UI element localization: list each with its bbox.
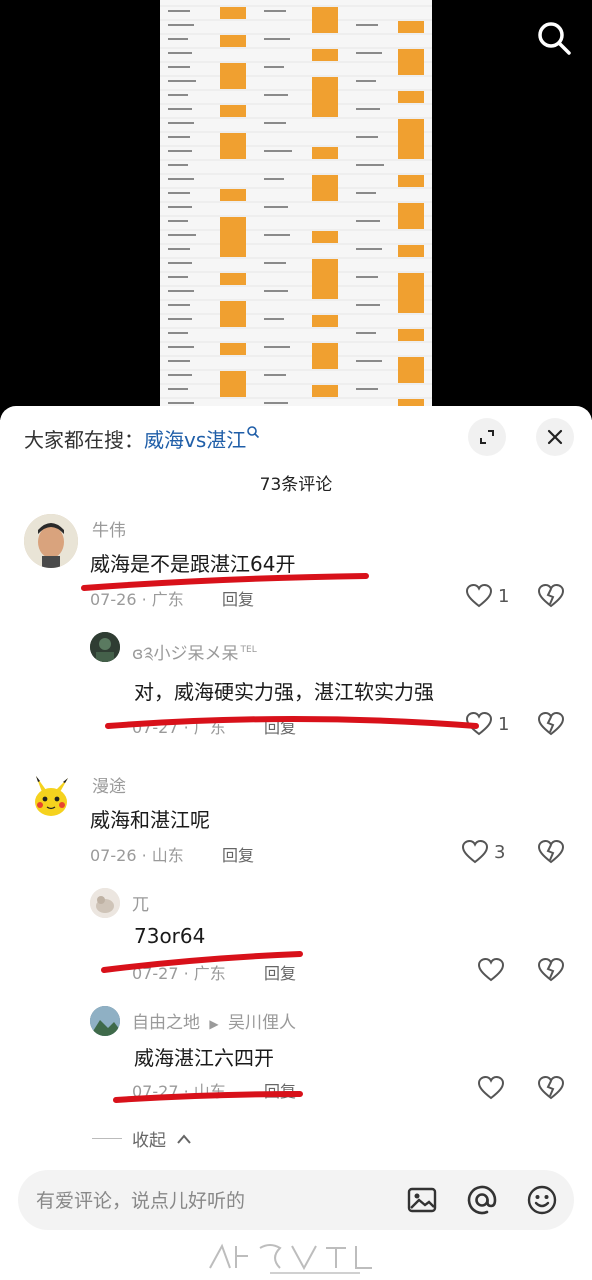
like-button[interactable] <box>478 958 504 982</box>
post-image[interactable] <box>0 0 592 420</box>
search-suggestion-prefix: 大家都在搜： <box>24 428 144 452</box>
close-button[interactable] <box>536 418 574 456</box>
comment-username[interactable]: ɞ༉小ジ呆メ呆 TEL <box>132 634 257 682</box>
like-button[interactable]: 1 <box>466 584 509 608</box>
heart-icon <box>462 840 488 864</box>
avatar[interactable] <box>90 888 120 918</box>
search-icon <box>247 426 260 439</box>
annotation-underline <box>81 573 369 591</box>
collapse-label: 收起 <box>132 1131 166 1151</box>
username-text: 自由之地 <box>132 1013 200 1033</box>
expand-button[interactable] <box>468 418 506 456</box>
comment-date: 07-26 · 山东 <box>90 846 184 865</box>
comment-text[interactable]: 73or64 <box>134 924 205 948</box>
spreadsheet-image <box>160 0 432 420</box>
avatar[interactable] <box>90 632 120 662</box>
search-suggestion[interactable]: 大家都在搜：威海vs湛江 <box>24 424 260 453</box>
avatar-photo <box>90 1006 120 1036</box>
broken-heart-icon[interactable] <box>538 712 564 736</box>
spreadsheet-graphic <box>160 0 432 420</box>
image-icon[interactable] <box>406 1184 438 1216</box>
watermark-logo <box>209 1243 372 1274</box>
avatar[interactable] <box>24 514 78 568</box>
comment-text[interactable]: 对，威海硬实力强，湛江软实力强 <box>134 676 434 705</box>
comment-count: 73条评论 <box>259 475 333 495</box>
comment-text[interactable]: 威海和湛江呢 <box>90 804 210 833</box>
avatar-photo <box>90 888 120 918</box>
like-count: 1 <box>498 713 510 735</box>
divider <box>92 1138 122 1139</box>
chevron-up-icon <box>177 1133 191 1144</box>
reply-to-username[interactable]: 吴川俚人 <box>228 1013 296 1033</box>
comment-username[interactable]: 漫途 <box>92 772 126 797</box>
reply-button[interactable]: 回复 <box>222 842 254 866</box>
avatar-pikachu <box>24 770 78 824</box>
comment-username[interactable]: 牛伟 <box>92 516 126 541</box>
close-icon <box>547 429 563 445</box>
comment-bar <box>18 1170 574 1232</box>
like-button[interactable]: 3 <box>462 840 505 864</box>
search-icon[interactable] <box>534 18 574 58</box>
heart-icon <box>478 958 504 982</box>
expand-icon <box>480 430 494 444</box>
search-suggestion-link[interactable]: 威海vs湛江 <box>144 428 246 452</box>
comment-input[interactable] <box>34 1170 378 1232</box>
reply-arrow-icon: ▶ <box>209 1017 219 1031</box>
annotation-underline <box>101 951 303 973</box>
annotation-underline <box>113 1091 303 1103</box>
broken-heart-icon[interactable] <box>538 1076 564 1100</box>
heart-icon <box>478 1076 504 1100</box>
username-text: ɞ༉小ジ呆メ呆 <box>132 644 239 664</box>
like-button[interactable] <box>478 1076 504 1100</box>
comment-username[interactable]: 兀 <box>132 890 149 915</box>
at-icon[interactable] <box>466 1184 498 1216</box>
comment-text[interactable]: 威海湛江六四开 <box>134 1042 274 1071</box>
avatar[interactable] <box>24 770 78 824</box>
collapse-replies-button[interactable]: 收起 <box>92 1126 192 1151</box>
avatar[interactable] <box>90 1006 120 1036</box>
user-tag: TEL <box>240 645 257 656</box>
like-count: 1 <box>498 585 510 607</box>
emoji-icon[interactable] <box>526 1184 558 1216</box>
avatar-photo <box>24 514 78 568</box>
broken-heart-icon[interactable] <box>538 584 564 608</box>
like-count: 3 <box>494 841 506 863</box>
heart-icon <box>466 584 492 608</box>
broken-heart-icon[interactable] <box>538 958 564 982</box>
comment-username[interactable]: 自由之地 ▶ 吴川俚人 <box>132 1008 296 1033</box>
avatar-photo <box>90 632 120 662</box>
annotation-underline <box>105 716 479 729</box>
broken-heart-icon[interactable] <box>538 840 564 864</box>
